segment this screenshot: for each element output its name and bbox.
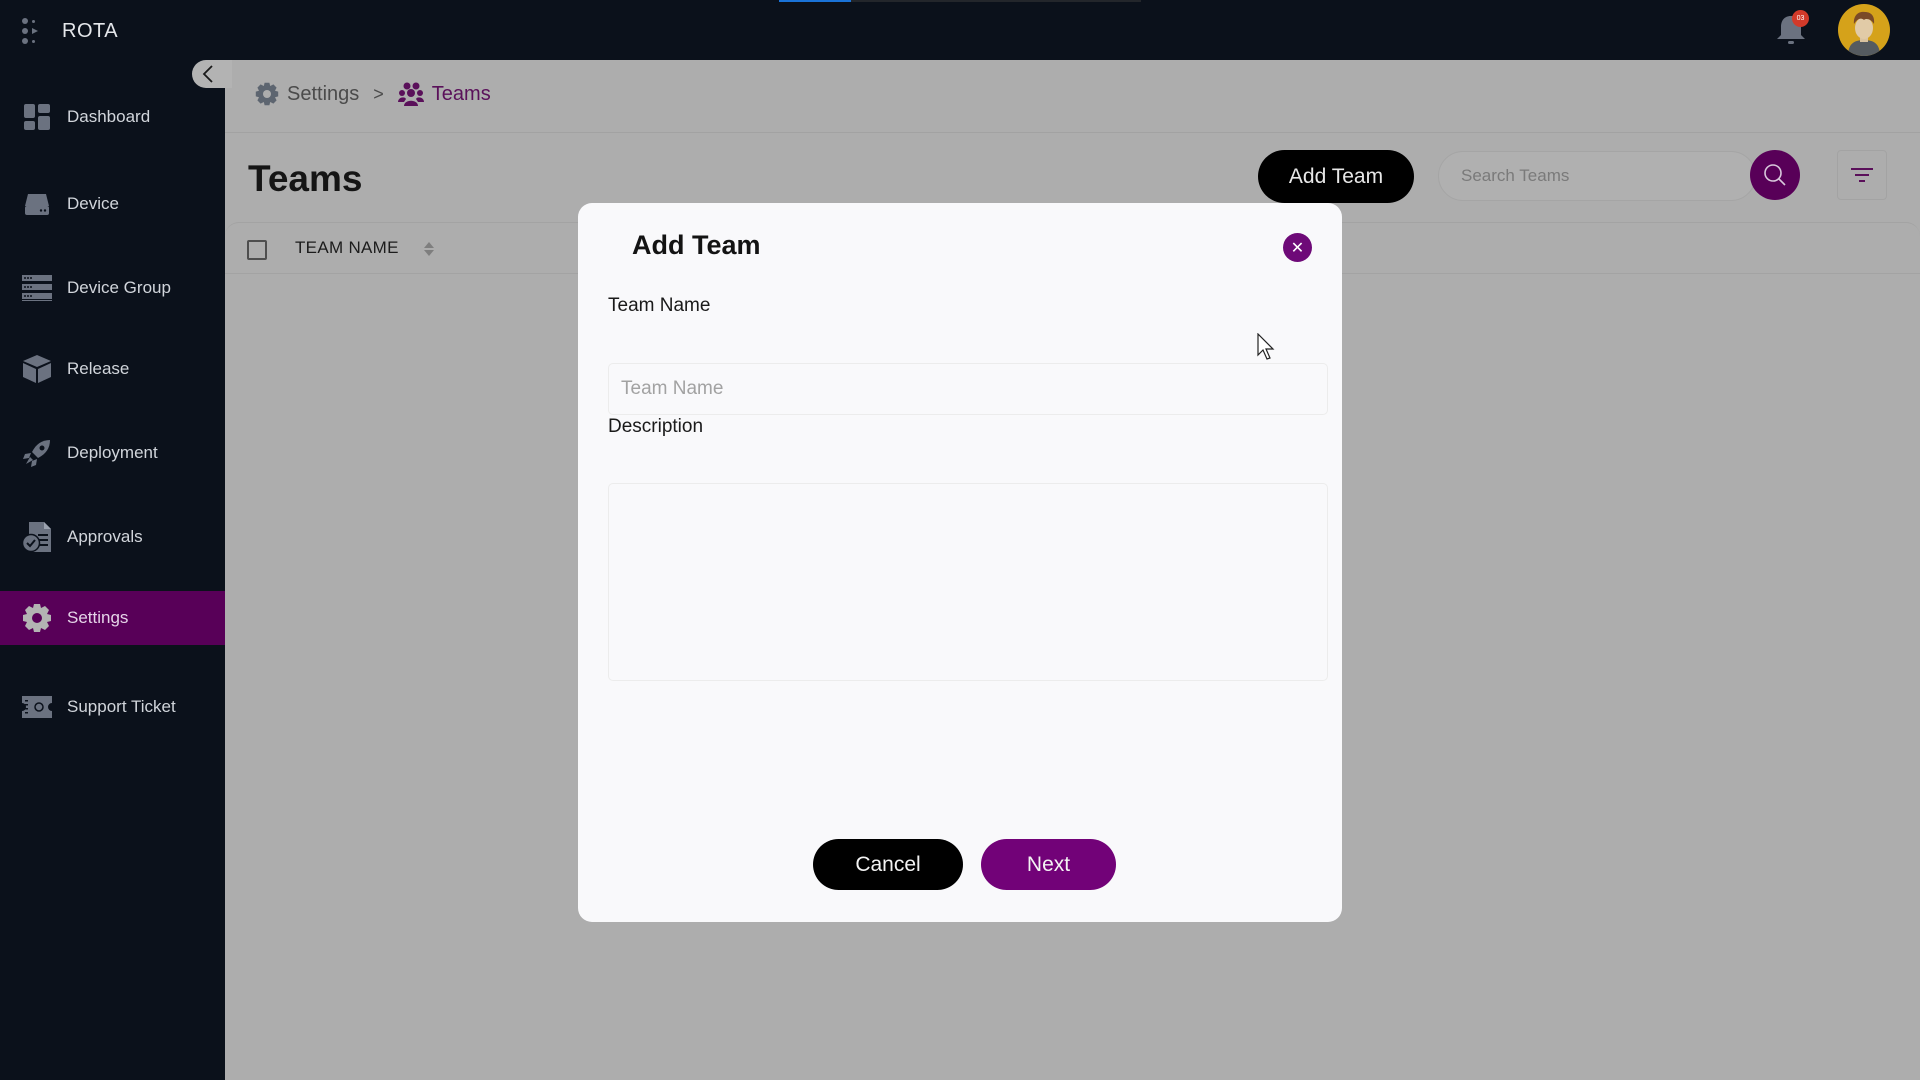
divider [225, 132, 1920, 133]
dashboard-icon [22, 102, 52, 132]
sidebar-item-device-group[interactable]: Device Group [0, 261, 225, 315]
chevron-left-icon [202, 65, 213, 83]
loading-progress-fill [779, 0, 852, 2]
user-avatar-icon [1848, 11, 1880, 56]
breadcrumb: Settings > Teams [255, 82, 491, 106]
column-header-team-name[interactable]: TEAM NAME [295, 238, 399, 258]
app-name: ROTA [62, 19, 119, 42]
hard-drive-icon [22, 189, 52, 219]
next-button[interactable]: Next [981, 839, 1116, 890]
loading-progress-bar [779, 0, 1141, 2]
modal-title: Add Team [632, 230, 761, 260]
sidebar-item-label: Device [67, 194, 119, 213]
breadcrumb-label: Teams [431, 82, 491, 105]
sidebar-item-device[interactable]: Device [0, 177, 225, 231]
document-check-icon [22, 522, 52, 552]
sidebar-item-label: Support Ticket [67, 697, 176, 716]
close-button[interactable]: ✕ [1283, 233, 1312, 262]
filter-icon [1851, 168, 1873, 182]
user-avatar[interactable] [1838, 4, 1890, 56]
sidebar-item-settings[interactable]: Settings [0, 591, 225, 645]
ticket-icon [22, 692, 52, 722]
sidebar-item-label: Approvals [67, 527, 143, 546]
cancel-button[interactable]: Cancel [813, 839, 963, 890]
notification-badge: 03 [1792, 10, 1809, 27]
brand[interactable]: ROTA [22, 16, 118, 46]
breadcrumb-label: Settings [287, 82, 360, 105]
select-all-checkbox[interactable] [247, 240, 267, 260]
box-icon [22, 354, 52, 384]
sidebar-item-support-ticket[interactable]: Support Ticket [0, 680, 225, 734]
sidebar-item-label: Deployment [67, 443, 158, 462]
sidebar-item-label: Settings [67, 608, 129, 627]
add-team-button[interactable]: Add Team [1258, 150, 1414, 203]
search-icon [1764, 164, 1786, 186]
description-textarea[interactable] [608, 483, 1328, 681]
page-title: Teams [248, 158, 363, 199]
close-icon: ✕ [1290, 239, 1305, 257]
sidebar-item-label: Dashboard [67, 107, 151, 126]
breadcrumb-separator: > [373, 83, 384, 104]
sidebar-item-release[interactable]: Release [0, 342, 225, 396]
sidebar-item-dashboard[interactable]: Dashboard [0, 90, 225, 144]
search-input[interactable] [1439, 166, 1689, 186]
server-stack-icon [22, 273, 52, 303]
description-label: Description [608, 416, 704, 437]
rota-logo-icon [22, 16, 42, 46]
mouse-cursor-icon [1257, 333, 1275, 360]
team-name-label: Team Name [608, 295, 711, 316]
sidebar-item-label: Device Group [67, 278, 171, 297]
search-button[interactable] [1750, 150, 1800, 200]
users-icon [397, 82, 424, 106]
breadcrumb-settings[interactable]: Settings [255, 82, 359, 106]
search-field[interactable] [1438, 151, 1756, 201]
sidebar-item-approvals[interactable]: Approvals [0, 510, 225, 564]
gear-icon [255, 82, 279, 106]
sidebar-item-label: Release [67, 359, 130, 378]
filter-button[interactable] [1837, 150, 1887, 200]
sort-icon[interactable] [423, 239, 435, 259]
top-bar: ROTA 03 [0, 0, 1920, 60]
sidebar: Dashboard Device Device Group Release De… [0, 60, 225, 1080]
gear-icon [22, 603, 52, 633]
breadcrumb-teams[interactable]: Teams [397, 82, 491, 106]
sidebar-item-deployment[interactable]: Deployment [0, 426, 225, 480]
rocket-icon [22, 438, 52, 468]
collapse-sidebar-button[interactable] [192, 60, 232, 88]
team-name-input[interactable] [608, 363, 1328, 415]
add-team-modal: Add Team ✕ Team Name Description Cancel … [578, 203, 1342, 922]
